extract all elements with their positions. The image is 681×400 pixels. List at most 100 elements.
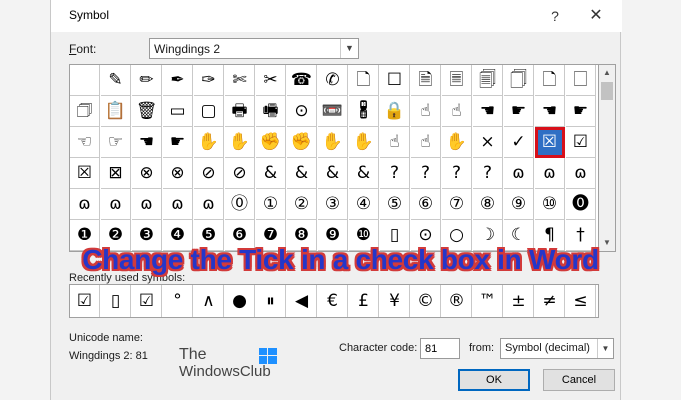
symbol-cell[interactable]: ⑤ xyxy=(380,189,410,220)
font-select[interactable]: Wingdings 2 ▼ xyxy=(149,38,359,59)
cancel-button[interactable]: Cancel xyxy=(543,369,615,391)
symbol-cell[interactable]: ☜ xyxy=(70,127,100,158)
symbol-cell[interactable]: ☝ xyxy=(442,96,472,127)
scroll-up-icon[interactable]: ▲ xyxy=(599,65,615,81)
symbol-cell[interactable]: 🗋 xyxy=(349,65,379,96)
recent-symbol-cell[interactable]: ∧ xyxy=(194,285,224,317)
symbol-cell[interactable]: ⓿ xyxy=(566,189,596,220)
symbol-cell[interactable]: & xyxy=(318,158,348,189)
recent-symbol-cell[interactable]: ≠ xyxy=(535,285,565,317)
symbol-cell[interactable]: ✑ xyxy=(194,65,224,96)
symbol-cell[interactable]: ɷ xyxy=(70,189,100,220)
recent-symbol-cell[interactable]: ⏸ xyxy=(256,285,286,317)
chevron-down-icon[interactable]: ▼ xyxy=(597,339,613,358)
recent-symbol-cell[interactable]: ® xyxy=(442,285,472,317)
symbol-cell[interactable]: 🗐 xyxy=(473,65,503,96)
recent-symbol-cell[interactable]: ◀ xyxy=(287,285,317,317)
symbol-cell[interactable]: ☒ xyxy=(70,158,100,189)
symbol-cell[interactable] xyxy=(70,65,100,96)
symbol-cell[interactable]: 🗎 xyxy=(411,65,441,96)
symbol-cell[interactable]: ✏ xyxy=(132,65,162,96)
recent-symbol-cell[interactable]: ° xyxy=(163,285,193,317)
symbol-cell[interactable]: ⑨ xyxy=(504,189,534,220)
from-select[interactable]: Symbol (decimal) ▼ xyxy=(500,338,614,359)
symbol-cell[interactable]: ✒ xyxy=(163,65,193,96)
symbol-cell[interactable]: 🖷 xyxy=(256,96,286,127)
symbol-cell[interactable]: ⑥ xyxy=(411,189,441,220)
symbol-cell[interactable]: 🖶 xyxy=(225,96,255,127)
symbol-cell[interactable]: & xyxy=(349,158,379,189)
recent-symbol-cell[interactable]: € xyxy=(318,285,348,317)
symbol-cell[interactable]: ? xyxy=(411,158,441,189)
symbol-cell[interactable]: ☝ xyxy=(411,96,441,127)
symbol-cell[interactable]: ⑩ xyxy=(535,189,565,220)
help-button[interactable]: ? xyxy=(543,4,567,28)
symbol-cell[interactable]: ⑧ xyxy=(473,189,503,220)
symbol-cell[interactable]: ✄ xyxy=(225,65,255,96)
symbol-cell[interactable]: ③ xyxy=(318,189,348,220)
symbol-cell[interactable]: ⓪ xyxy=(225,189,255,220)
symbol-cell[interactable]: 🔒 xyxy=(380,96,410,127)
symbol-cell[interactable]: ☐ xyxy=(380,65,410,96)
symbol-cell[interactable]: ☞ xyxy=(101,127,131,158)
symbol-cell[interactable]: ✋ xyxy=(442,127,472,158)
chevron-down-icon[interactable]: ▼ xyxy=(340,39,358,58)
symbol-cell[interactable]: × xyxy=(473,127,503,158)
symbol-cell[interactable]: ✂ xyxy=(256,65,286,96)
symbol-cell[interactable]: ɷ xyxy=(566,158,596,189)
symbol-cell[interactable]: ☑ xyxy=(566,127,596,158)
recent-symbol-cell[interactable]: ☑ xyxy=(70,285,100,317)
symbol-cell[interactable]: ✊ xyxy=(287,127,317,158)
symbol-cell[interactable]: ? xyxy=(473,158,503,189)
recent-symbol-cell[interactable]: ¥ xyxy=(380,285,410,317)
symbol-cell[interactable]: ☛ xyxy=(163,127,193,158)
symbol-cell[interactable]: ☚ xyxy=(132,127,162,158)
symbol-cell[interactable]: ☚ xyxy=(473,96,503,127)
symbol-cell[interactable]: ✓ xyxy=(504,127,534,158)
recent-symbol-cell[interactable]: ▯ xyxy=(101,285,131,317)
symbol-cell[interactable]: ⑦ xyxy=(442,189,472,220)
symbol-cell[interactable]: 🗏 xyxy=(442,65,472,96)
symbol-cell[interactable]: ⊠ xyxy=(101,158,131,189)
symbol-cell[interactable]: ⊙ xyxy=(287,96,317,127)
symbol-cell[interactable]: ɷ xyxy=(504,158,534,189)
symbol-cell[interactable]: ɷ xyxy=(163,189,193,220)
symbol-cell[interactable]: ⊗ xyxy=(132,158,162,189)
symbol-cell[interactable]: ☝ xyxy=(380,127,410,158)
close-button[interactable]: ✕ xyxy=(583,4,609,28)
symbol-cell[interactable]: ☚ xyxy=(535,96,565,127)
symbol-cell[interactable]: ? xyxy=(380,158,410,189)
symbol-cell[interactable]: ① xyxy=(256,189,286,220)
symbol-cell[interactable]: ② xyxy=(287,189,317,220)
symbol-cell[interactable]: 🗍 xyxy=(504,65,534,96)
symbol-cell[interactable]: ☎ xyxy=(287,65,317,96)
symbol-grid-scrollbar[interactable]: ▲ ▼ xyxy=(599,64,616,252)
symbol-cell[interactable]: ⊗ xyxy=(163,158,193,189)
symbol-cell[interactable]: ɷ xyxy=(535,158,565,189)
recent-symbol-cell[interactable]: £ xyxy=(349,285,379,317)
symbol-cell[interactable]: ▢ xyxy=(194,96,224,127)
symbol-cell[interactable]: & xyxy=(287,158,317,189)
symbol-cell[interactable]: ✊ xyxy=(256,127,286,158)
symbol-cell[interactable]: ⊘ xyxy=(194,158,224,189)
recent-symbol-cell[interactable]: ™ xyxy=(473,285,503,317)
symbol-cell[interactable]: 🗌 xyxy=(566,65,596,96)
scroll-thumb[interactable] xyxy=(601,82,613,100)
symbol-cell[interactable]: ✋ xyxy=(318,127,348,158)
ok-button[interactable]: OK xyxy=(458,369,530,391)
character-code-input[interactable] xyxy=(420,338,460,359)
symbol-cell[interactable]: ? xyxy=(442,158,472,189)
symbol-cell[interactable]: ✎ xyxy=(101,65,131,96)
symbol-cell[interactable]: ▭ xyxy=(163,96,193,127)
symbol-cell[interactable]: ☝ xyxy=(411,127,441,158)
symbol-cell[interactable]: ɷ xyxy=(132,189,162,220)
symbol-cell[interactable]: ɷ xyxy=(194,189,224,220)
symbol-cell[interactable]: 🗑 xyxy=(132,96,162,127)
recent-symbol-cell[interactable]: ☑ xyxy=(132,285,162,317)
symbol-cell[interactable]: ☛ xyxy=(504,96,534,127)
symbol-cell[interactable]: ɷ xyxy=(101,189,131,220)
symbol-cell[interactable]: ✋ xyxy=(194,127,224,158)
symbol-cell[interactable]: ④ xyxy=(349,189,379,220)
symbol-cell[interactable]: 🖁 xyxy=(349,96,379,127)
symbol-cell[interactable]: ☛ xyxy=(566,96,596,127)
